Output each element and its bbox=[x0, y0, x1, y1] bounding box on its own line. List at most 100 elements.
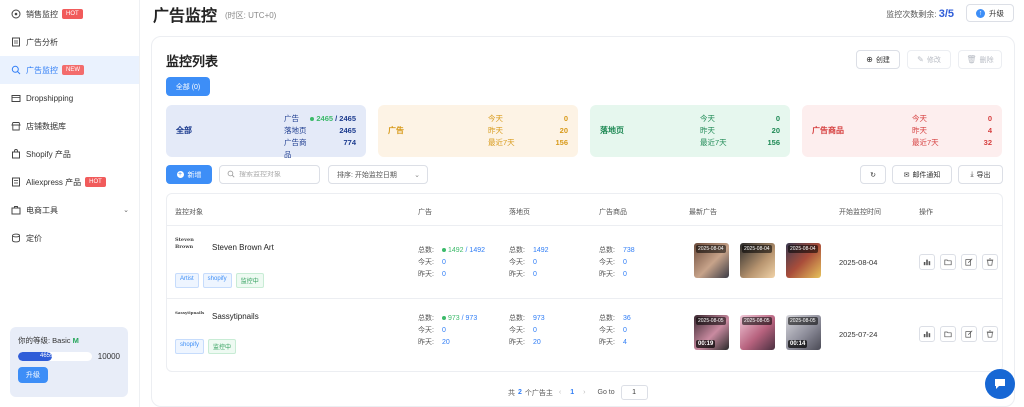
row-delete-button[interactable] bbox=[982, 326, 998, 342]
trash-icon bbox=[986, 330, 994, 338]
level-progress-bar: 4659 bbox=[18, 352, 92, 361]
chart-button[interactable] bbox=[919, 326, 935, 342]
trash-icon: 🗑 bbox=[966, 55, 977, 64]
edit-icon bbox=[965, 258, 973, 266]
sidebar-item-aliexpress-products[interactable]: Aliexpress 产品 HOT bbox=[0, 168, 139, 196]
sidebar-item-label: Dropshipping bbox=[26, 93, 74, 103]
sort-select[interactable]: 排序: 开始监控日期 ⌄ bbox=[328, 165, 428, 184]
search-icon bbox=[11, 65, 21, 75]
folder-button[interactable] bbox=[940, 254, 956, 270]
delete-button[interactable]: 🗑 删除 bbox=[958, 50, 1002, 69]
prev-page-icon[interactable]: ‹ bbox=[559, 389, 561, 396]
card-title: 全部 bbox=[176, 126, 192, 135]
table-header: 监控对象 广告 落地页 广告商品 最新广告 开始监控时间 操作 bbox=[167, 194, 1002, 226]
search-box[interactable] bbox=[219, 165, 320, 184]
sidebar-item-pricing[interactable]: 定价 bbox=[0, 224, 139, 252]
store-name[interactable]: Steven Brown Art bbox=[212, 243, 274, 252]
sidebar-item-ad-monitor[interactable]: 广告监控 NEW bbox=[0, 56, 139, 84]
hot-badge: HOT bbox=[85, 177, 106, 187]
page-number[interactable]: 1 bbox=[570, 389, 574, 396]
toolbox-icon bbox=[11, 205, 21, 215]
download-icon: ⤓ bbox=[970, 170, 974, 178]
monitor-panel: 监控列表 ⊕ 创建 ✎ 修改 🗑 删除 全部 (0) 全部 广告 2465 / 2465… bbox=[151, 36, 1015, 407]
row-delete-button[interactable] bbox=[982, 254, 998, 270]
ad-thumbnail[interactable]: 2025-08-05 00:14 bbox=[786, 315, 821, 350]
sidebar-item-store-database[interactable]: 店铺数据库 bbox=[0, 112, 139, 140]
sidebar-item-label: Shopify 产品 bbox=[26, 149, 71, 159]
store-logo: Steven Brown bbox=[175, 237, 194, 250]
status-badge: 监控中 bbox=[208, 339, 237, 354]
row-edit-button[interactable] bbox=[961, 254, 977, 270]
chart-button[interactable] bbox=[919, 254, 935, 270]
col-landing: 落地页 bbox=[509, 209, 530, 216]
summary-card-ads: 广告 今天 0 昨天 20 最近7天 156 bbox=[378, 105, 578, 157]
box-icon bbox=[11, 93, 21, 103]
ad-thumbnail[interactable]: 2025-08-04 bbox=[694, 243, 729, 278]
export-button[interactable]: ⤓ 导出 bbox=[958, 165, 1003, 184]
tab-all[interactable]: 全部 (0) bbox=[166, 77, 210, 96]
monitor-table: 监控对象 广告 落地页 广告商品 最新广告 开始监控时间 操作 Steven B… bbox=[166, 193, 1003, 372]
folder-icon bbox=[944, 331, 952, 338]
header-upgrade-button[interactable]: ↑ 升级 bbox=[966, 4, 1014, 22]
landing-stats: 总数: 1492 今天: 0 昨天: 0 bbox=[509, 247, 549, 278]
store-icon bbox=[11, 121, 21, 131]
start-date: 2025-07-24 bbox=[839, 330, 878, 339]
add-monitor-button[interactable]: + 新增 bbox=[166, 165, 212, 184]
sidebar-upgrade-button[interactable]: 升级 bbox=[18, 367, 48, 383]
sidebar-item-label: 定价 bbox=[26, 233, 42, 243]
email-notify-button[interactable]: ✉ 邮件通知 bbox=[892, 165, 952, 184]
sidebar-item-sales-monitor[interactable]: 销售监控 HOT bbox=[0, 0, 139, 28]
col-ads: 广告 bbox=[418, 209, 432, 216]
row-edit-button[interactable] bbox=[961, 326, 977, 342]
sidebar-item-label: Aliexpress 产品 bbox=[26, 177, 82, 187]
next-page-icon[interactable]: › bbox=[583, 389, 585, 396]
timezone-label: (时区: UTC+0) bbox=[225, 11, 277, 20]
table-row[interactable]: Sassytipnails Sassytipnails shopify 监控中 … bbox=[167, 299, 1002, 371]
plus-circle-icon: ⊕ bbox=[866, 55, 873, 64]
refresh-button[interactable]: ↻ bbox=[860, 165, 886, 184]
card-title: 落地页 bbox=[600, 126, 624, 135]
col-actions: 操作 bbox=[919, 209, 933, 216]
sidebar-item-shopify-products[interactable]: Shopify 产品 bbox=[0, 140, 139, 168]
bar-chart-icon bbox=[923, 331, 931, 338]
goto-page-input[interactable]: 1 bbox=[620, 385, 648, 400]
sidebar-item-label: 广告分析 bbox=[26, 37, 58, 47]
trash-icon bbox=[986, 258, 994, 266]
sidebar-item-dropshipping[interactable]: Dropshipping bbox=[0, 84, 139, 112]
search-input[interactable] bbox=[239, 171, 319, 178]
sidebar-item-label: 广告监控 bbox=[26, 65, 58, 75]
sidebar-item-ad-analysis[interactable]: 广告分析 bbox=[0, 28, 139, 56]
chevron-down-icon: ⌄ bbox=[414, 171, 420, 179]
edit-button[interactable]: ✎ 修改 bbox=[907, 50, 951, 69]
level-label: 你的等级: Basic M bbox=[18, 336, 79, 345]
edit-icon: ✎ bbox=[917, 55, 924, 64]
page-title: 广告监控 bbox=[153, 8, 218, 25]
sidebar: 销售监控 HOT 广告分析 广告监控 NEW Dropshipping 店铺数据… bbox=[0, 0, 140, 407]
ad-thumbnail[interactable]: 2025-08-04 bbox=[786, 243, 821, 278]
summary-card-landing: 落地页 今天 0 昨天 20 最近7天 156 bbox=[590, 105, 790, 157]
store-name[interactable]: Sassytipnails bbox=[212, 312, 259, 321]
ad-thumbnail[interactable]: 2025-08-05 bbox=[740, 315, 775, 350]
product-stats: 总数: 738 今天: 0 昨天: 0 bbox=[599, 247, 635, 278]
tag: Artist bbox=[175, 273, 199, 288]
ad-thumbnail[interactable]: 2025-08-05 00:19 bbox=[694, 315, 729, 350]
col-latest-ads: 最新广告 bbox=[689, 209, 717, 216]
table-row[interactable]: Steven Brown Steven Brown Art Artist sho… bbox=[167, 226, 1002, 299]
folder-button[interactable] bbox=[940, 326, 956, 342]
sidebar-item-label: 电商工具 bbox=[26, 205, 58, 215]
hot-badge: HOT bbox=[62, 9, 83, 19]
product-stats: 总数: 36 今天: 0 昨天: 4 bbox=[599, 315, 631, 346]
edit-icon bbox=[965, 330, 973, 338]
card-title: 广告商品 bbox=[812, 126, 844, 135]
col-target: 监控对象 bbox=[175, 209, 203, 216]
shopping-bag-icon bbox=[11, 149, 21, 159]
chat-button[interactable] bbox=[985, 369, 1015, 399]
ad-thumbnail[interactable]: 2025-08-04 bbox=[740, 243, 775, 278]
create-button[interactable]: ⊕ 创建 bbox=[856, 50, 900, 69]
sidebar-item-ecommerce-tools[interactable]: 电商工具 ⌄ bbox=[0, 196, 139, 224]
ads-stats: 总数: 973 / 973 今天: 0 昨天: 20 bbox=[418, 315, 478, 346]
search-icon bbox=[227, 170, 235, 180]
pagination: 共 2 个广告主 ‹ 1 › Go to 1 bbox=[508, 385, 648, 400]
summary-card-products: 广告商品 今天 0 昨天 4 最近7天 32 bbox=[802, 105, 1002, 157]
chevron-down-icon: ⌄ bbox=[123, 207, 129, 214]
